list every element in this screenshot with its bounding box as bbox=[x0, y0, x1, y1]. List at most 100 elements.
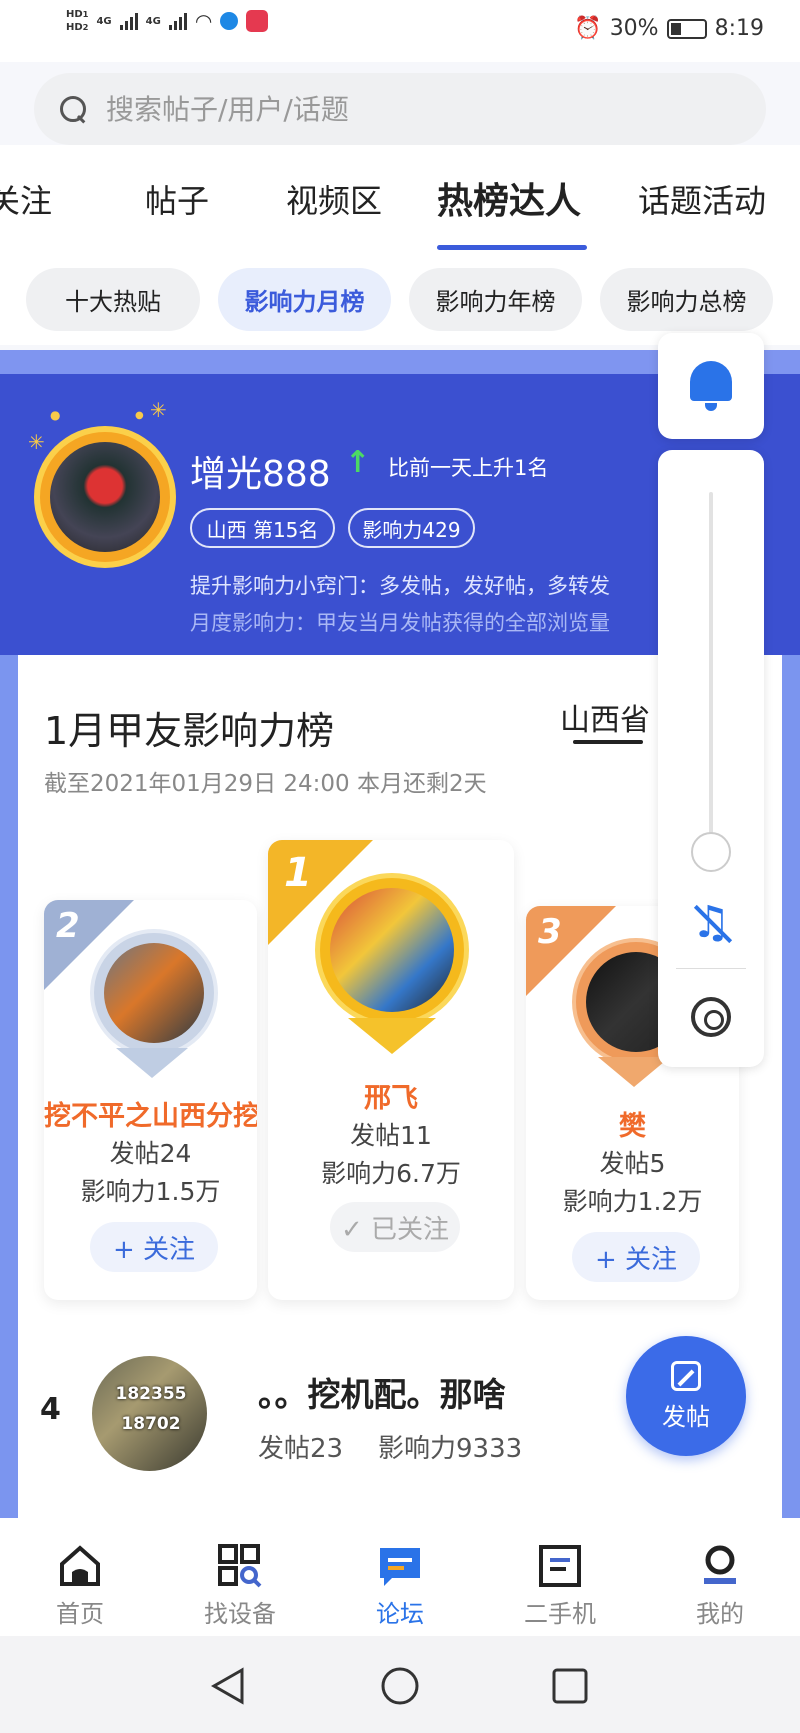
document-icon bbox=[539, 1545, 581, 1587]
rank-4-posts: 发帖23 bbox=[258, 1434, 344, 1464]
sparkle-icon: ● bbox=[135, 410, 144, 421]
rank-change-text: 比前一天上升1名 bbox=[388, 456, 549, 480]
signal-icon bbox=[119, 12, 138, 30]
status-right: ⏰ 30% 8:19 bbox=[574, 16, 764, 41]
rank-number: 3 bbox=[538, 912, 562, 952]
avatar-text: 182355 bbox=[115, 1384, 187, 1404]
avatar-text: 18702 bbox=[121, 1414, 181, 1434]
recents-icon[interactable] bbox=[552, 1668, 588, 1704]
clock: 8:19 bbox=[714, 16, 764, 41]
back-icon[interactable] bbox=[210, 1666, 246, 1706]
nav-used-machines[interactable]: 二手机 bbox=[480, 1518, 640, 1636]
rank-4-name[interactable]: 。。挖机配。那啥 bbox=[258, 1368, 506, 1416]
camera-app-icon bbox=[246, 10, 269, 32]
gear-icon[interactable] bbox=[691, 997, 731, 1037]
gold-medal bbox=[320, 878, 464, 1022]
chip-total[interactable]: 影响力总榜 bbox=[600, 268, 773, 331]
rank-number: 2 bbox=[56, 906, 80, 946]
battery-icon bbox=[666, 18, 707, 39]
home-circle-icon[interactable] bbox=[380, 1666, 420, 1706]
podium-posts: 发帖5 bbox=[599, 1149, 666, 1178]
arrow-up-icon: ↑ bbox=[345, 445, 371, 480]
sparkle-icon: ✳ bbox=[150, 398, 167, 422]
nav-home[interactable]: 首页 bbox=[0, 1518, 160, 1636]
grid-search-icon bbox=[218, 1544, 262, 1588]
bell-icon[interactable] bbox=[690, 361, 732, 411]
wifi-icon: ◠ bbox=[194, 9, 213, 33]
nav-label: 论坛 bbox=[376, 1600, 424, 1628]
following-button[interactable]: ✓ 已关注 bbox=[330, 1202, 460, 1252]
podium-rank-2[interactable]: 2 挖不平之山西分挖 发帖24 影响力1.5万 + 关注 bbox=[44, 900, 257, 1300]
influence-badge: 影响力429 bbox=[348, 508, 475, 548]
hd2-label: HD bbox=[66, 22, 83, 33]
edit-icon bbox=[671, 1360, 701, 1391]
sparkle-icon: ✳ bbox=[28, 430, 45, 454]
rank-number: 1 bbox=[284, 850, 312, 896]
new-post-button[interactable]: 发帖 bbox=[626, 1336, 746, 1456]
rank-4-influence: 影响力9333 bbox=[378, 1434, 523, 1464]
tab-hot-ranking[interactable]: 热榜达人 bbox=[437, 172, 581, 224]
podium-influence: 影响力1.2万 bbox=[562, 1187, 703, 1216]
deadline-text: 截至2021年01月29日 24:00 本月还剩2天 bbox=[44, 771, 487, 797]
rank-4-avatar[interactable]: 182355 18702 bbox=[92, 1356, 207, 1471]
nav-me[interactable]: 我的 bbox=[640, 1518, 800, 1636]
notification-panel[interactable] bbox=[658, 333, 764, 439]
music-off-icon[interactable]: ♫ bbox=[686, 898, 736, 948]
chat-bubble-icon bbox=[380, 1548, 420, 1586]
search-input[interactable] bbox=[106, 92, 706, 126]
podium-posts: 发帖24 bbox=[109, 1139, 192, 1168]
nav-label: 找设备 bbox=[204, 1600, 276, 1628]
battery-percent: 30% bbox=[609, 16, 659, 41]
silver-medal bbox=[94, 933, 214, 1053]
nav-label: 首页 bbox=[56, 1600, 104, 1628]
influence-note: 月度影响力：甲友当月发帖获得的全部浏览量 bbox=[190, 611, 610, 635]
region-tab[interactable]: 山西省 bbox=[560, 695, 650, 739]
tab-topics[interactable]: 话题活动 bbox=[638, 176, 766, 222]
podium-name[interactable]: 挖不平之山西分挖 bbox=[44, 1094, 257, 1133]
signal-icon-2 bbox=[168, 12, 187, 30]
hd1-label: HD bbox=[66, 9, 83, 20]
chip-yearly[interactable]: 影响力年榜 bbox=[409, 268, 582, 331]
sparkle-icon: ● bbox=[50, 408, 61, 422]
hd1-sub: 1 bbox=[82, 9, 89, 19]
medal-ribbon bbox=[598, 1057, 670, 1087]
volume-slider-thumb[interactable] bbox=[691, 832, 731, 872]
podium-rank-1[interactable]: 1 邢飞 发帖11 影响力6.7万 ✓ 已关注 bbox=[268, 840, 514, 1300]
influence-tip: 提升影响力小窍门：多发帖，发好帖，多转发 bbox=[190, 574, 610, 598]
net2-label: 4G bbox=[145, 15, 161, 27]
tab-follow[interactable]: 关注 bbox=[0, 176, 52, 222]
tab-video[interactable]: 视频区 bbox=[286, 176, 382, 222]
search-icon bbox=[58, 94, 88, 124]
net1-label: 4G bbox=[96, 15, 112, 27]
panel-divider bbox=[676, 968, 746, 969]
hd2-sub: 2 bbox=[82, 22, 89, 32]
nav-forum[interactable]: 论坛 bbox=[320, 1518, 480, 1636]
avatar-photo bbox=[50, 442, 160, 552]
avatar-photo bbox=[330, 888, 454, 1012]
tab-posts[interactable]: 帖子 bbox=[145, 176, 209, 222]
follow-button[interactable]: + 关注 bbox=[90, 1222, 218, 1272]
new-post-label: 发帖 bbox=[662, 1402, 710, 1431]
volume-slider-track[interactable] bbox=[709, 492, 713, 844]
chip-top-ten[interactable]: 十大热贴 bbox=[26, 268, 200, 331]
bottom-navigation: 首页 找设备 论坛 二手机 我的 bbox=[0, 1518, 800, 1636]
my-avatar[interactable] bbox=[40, 432, 170, 562]
nav-find-equipment[interactable]: 找设备 bbox=[160, 1518, 320, 1636]
my-username: 增光888 bbox=[190, 454, 331, 495]
nav-label: 二手机 bbox=[524, 1600, 596, 1628]
active-tab-indicator bbox=[437, 245, 587, 250]
search-bar[interactable] bbox=[34, 73, 766, 145]
follow-button[interactable]: + 关注 bbox=[572, 1232, 700, 1282]
home-icon bbox=[60, 1545, 100, 1586]
alarm-icon: ⏰ bbox=[574, 16, 602, 41]
top-tabs: 关注 帖子 视频区 热榜达人 话题活动 bbox=[0, 170, 800, 230]
podium-name[interactable]: 邢飞 bbox=[268, 1076, 514, 1115]
user-icon bbox=[704, 1545, 736, 1584]
chip-monthly[interactable]: 影响力月榜 bbox=[218, 268, 391, 331]
system-navigation-bar bbox=[0, 1636, 800, 1733]
status-left: HD1 HD2 4G 4G ◠ bbox=[66, 8, 269, 34]
avatar-photo bbox=[104, 943, 204, 1043]
board-title: 1月甲友影响力榜 bbox=[44, 709, 335, 753]
side-control-panel: ♫ bbox=[658, 450, 764, 1067]
podium-name[interactable]: 樊 bbox=[526, 1104, 739, 1143]
